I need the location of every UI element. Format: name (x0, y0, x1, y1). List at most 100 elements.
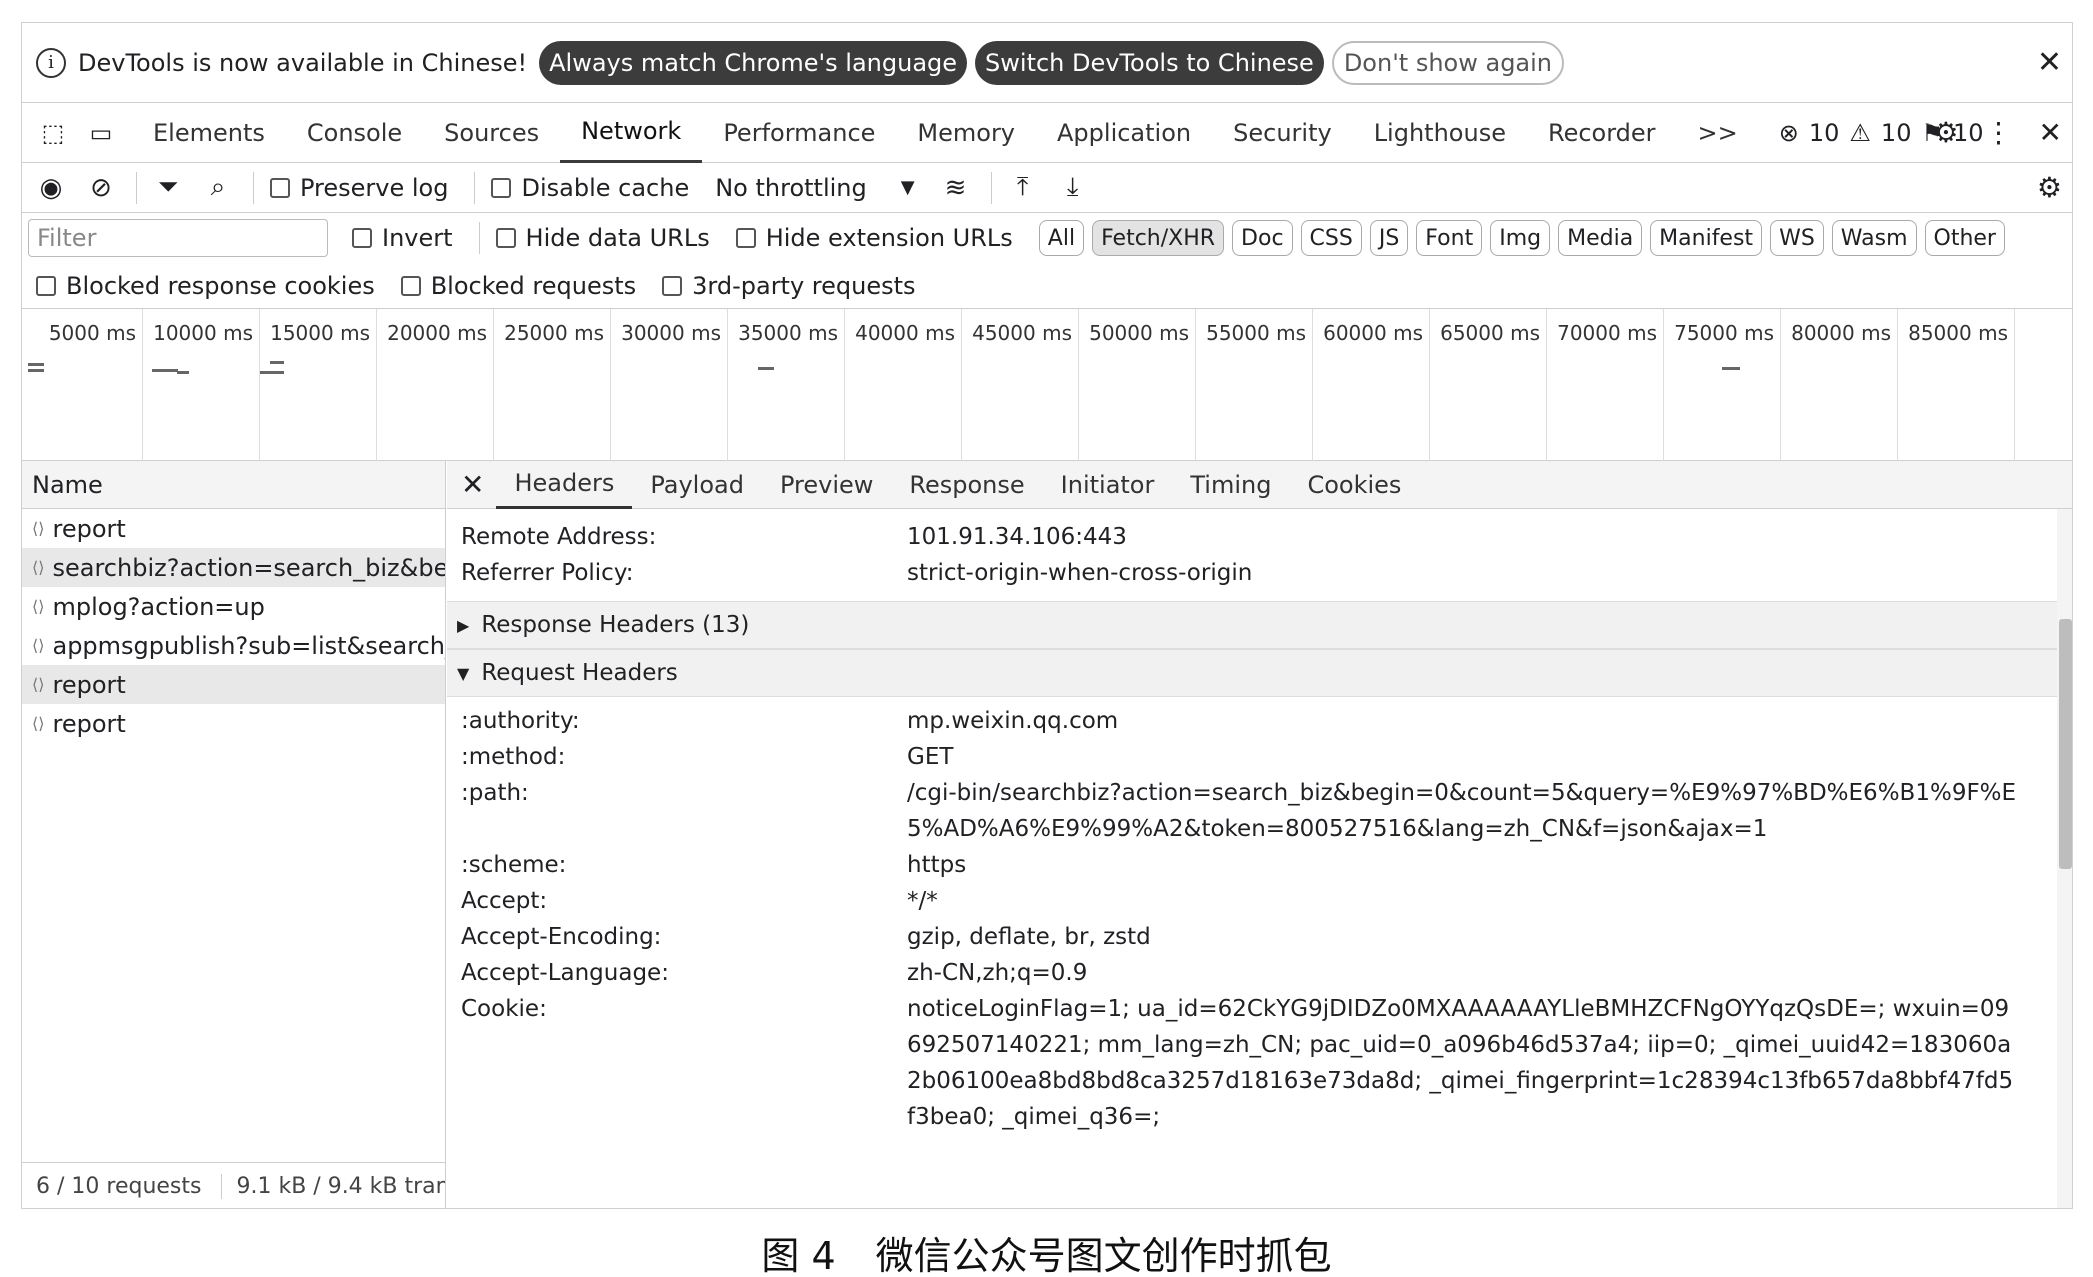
tab-payload[interactable]: Payload (632, 461, 762, 509)
type-filter-font[interactable]: Font (1416, 220, 1483, 256)
throttling-select[interactable]: No throttling ▼ (715, 174, 914, 202)
list-item[interactable]: ⟨⟩ report (22, 704, 445, 743)
close-devtools-icon[interactable]: ✕ (2039, 116, 2062, 149)
timeline-tick-label: 10000 ms (153, 321, 253, 345)
type-filter-manifest[interactable]: Manifest (1650, 220, 1763, 256)
hide-data-urls-checkbox[interactable]: Hide data URLs (495, 224, 710, 252)
timeline-tick-label: 60000 ms (1323, 321, 1423, 345)
timeline-request-bar (270, 361, 284, 364)
timeline-tick-label: 35000 ms (738, 321, 838, 345)
search-icon[interactable]: ⌕ (203, 172, 233, 203)
import-har-icon[interactable]: ⤒ (1008, 172, 1038, 203)
close-details-icon[interactable]: ✕ (461, 468, 484, 501)
tab-application[interactable]: Application (1036, 103, 1212, 163)
list-item[interactable]: ⟨⟩ mplog?action=up (22, 587, 445, 626)
timeline-tick-label: 25000 ms (504, 321, 604, 345)
transfer-size: 9.1 kB / 9.4 kB trans (221, 1174, 445, 1199)
tab-recorder[interactable]: Recorder (1527, 103, 1677, 163)
type-filter-other[interactable]: Other (1924, 220, 2005, 256)
preserve-log-checkbox[interactable]: Preserve log (270, 174, 448, 202)
tab-preview[interactable]: Preview (762, 461, 891, 509)
tab-response[interactable]: Response (891, 461, 1042, 509)
details-scrollbar[interactable] (2057, 509, 2072, 1208)
device-toolbar-icon[interactable]: ▭ (84, 116, 118, 150)
blocked-requests-checkbox[interactable]: Blocked requests (400, 272, 636, 300)
network-toolbar: ◉ ⊘ ⏷ ⌕ Preserve log Disable cache No th… (22, 163, 2072, 213)
headers-content: Remote Address: 101.91.34.106:443 Referre… (447, 509, 2057, 1208)
warning-count: 10 (1880, 118, 1912, 147)
scrollbar-thumb[interactable] (2059, 619, 2072, 869)
tab-memory[interactable]: Memory (896, 103, 1036, 163)
list-item[interactable]: ⟨⟩ searchbiz?action=search_biz&be... (22, 548, 445, 587)
type-filter-fetch-xhr[interactable]: Fetch/XHR (1092, 220, 1225, 256)
tab-lighthouse[interactable]: Lighthouse (1353, 103, 1527, 163)
tab-performance[interactable]: Performance (702, 103, 896, 163)
tab-security[interactable]: Security (1212, 103, 1353, 163)
inspect-element-icon[interactable]: ⬚ (36, 116, 70, 150)
export-har-icon[interactable]: ⤓ (1058, 172, 1088, 203)
close-infobar-icon[interactable]: ✕ (2037, 45, 2062, 80)
timeline-request-bar (177, 371, 189, 374)
record-stop-icon[interactable]: ◉ (36, 173, 66, 203)
hide-extension-urls-checkbox[interactable]: Hide extension URLs (735, 224, 1013, 252)
type-filter-doc[interactable]: Doc (1232, 220, 1293, 256)
settings-gear-icon[interactable]: ⚙ (1933, 116, 1958, 149)
list-item[interactable]: ⟨⟩ report (22, 665, 445, 704)
match-language-button[interactable]: Always match Chrome's language (539, 40, 968, 85)
switch-to-chinese-button[interactable]: Switch DevTools to Chinese (975, 40, 1324, 85)
clear-icon[interactable]: ⊘ (86, 173, 116, 203)
blocked-response-cookies-checkbox[interactable]: Blocked response cookies (36, 272, 375, 300)
dont-show-again-button[interactable]: Don't show again (1331, 40, 1565, 85)
triangle-right-icon: ▶ (457, 615, 470, 635)
tab-sources[interactable]: Sources (423, 103, 560, 163)
more-tabs-button[interactable]: >> (1677, 103, 1759, 163)
timeline-tick-label: 65000 ms (1440, 321, 1540, 345)
tab-console[interactable]: Console (286, 103, 423, 163)
figure-caption: 图 4 微信公众号图文创作时抓包 (0, 1225, 2093, 1277)
name-column-header[interactable]: Name (22, 461, 445, 509)
type-filter-img[interactable]: Img (1490, 220, 1551, 256)
devtools-window: i DevTools is now available in Chinese! … (21, 22, 2073, 1209)
header-row: Referrer Policy: strict-origin-when-cross… (461, 560, 1253, 586)
timeline-tick (2014, 309, 2015, 461)
disable-cache-checkbox[interactable]: Disable cache (491, 174, 689, 202)
type-filter-media[interactable]: Media (1558, 220, 1643, 256)
type-filter-ws[interactable]: WS (1770, 220, 1824, 256)
type-filter-js[interactable]: JS (1369, 220, 1409, 256)
tab-network[interactable]: Network (560, 103, 703, 163)
network-settings-gear-icon[interactable]: ⚙ (2037, 171, 2062, 204)
tab-timing[interactable]: Timing (1172, 461, 1289, 509)
timeline-request-bar (28, 363, 44, 366)
network-conditions-icon[interactable]: ≋ (941, 173, 971, 203)
timeline-overview[interactable]: 5000 ms 10000 ms 15000 ms 20000 ms 25000 ms 3… (22, 309, 2072, 461)
xhr-icon: ⟨⟩ (32, 597, 45, 616)
type-filter-wasm[interactable]: Wasm (1831, 220, 1917, 256)
tab-elements[interactable]: Elements (132, 103, 286, 163)
header-row: :path:/cgi-bin/searchbiz?action=search_b… (461, 780, 2017, 842)
request-headers-section[interactable]: ▼ Request Headers (447, 649, 2057, 697)
timeline-tick-label: 40000 ms (855, 321, 955, 345)
response-headers-section[interactable]: ▶ Response Headers (13) (447, 601, 2057, 649)
tab-initiator[interactable]: Initiator (1043, 461, 1173, 509)
filter-bar: Filter Invert Hide data URLs Hide extens… (22, 213, 2072, 263)
filter-input[interactable]: Filter (28, 219, 328, 257)
header-row: :method: GET (461, 744, 954, 770)
blocked-filters: Blocked response cookies Blocked request… (22, 263, 2072, 309)
timeline-request-bar (28, 369, 44, 372)
tab-headers[interactable]: Headers (496, 461, 633, 509)
more-options-icon[interactable]: ⋮ (1985, 116, 2013, 149)
timeline-tick-label: 15000 ms (270, 321, 370, 345)
third-party-requests-checkbox[interactable]: 3rd-party requests (662, 272, 916, 300)
invert-checkbox[interactable]: Invert (352, 224, 453, 252)
timeline-request-bar (758, 367, 774, 370)
info-icon: i (36, 47, 66, 78)
list-item[interactable]: ⟨⟩ report (22, 509, 445, 548)
chevron-down-icon: ▼ (900, 177, 915, 198)
tab-cookies[interactable]: Cookies (1289, 461, 1419, 509)
type-filter-all[interactable]: All (1038, 220, 1085, 256)
timeline-tick-label: 55000 ms (1206, 321, 1306, 345)
list-item[interactable]: ⟨⟩ appmsgpublish?sub=list&search_... (22, 626, 445, 665)
type-filter-css[interactable]: CSS (1300, 220, 1362, 256)
filter-funnel-icon[interactable]: ⏷ (153, 172, 183, 203)
warning-icon: ⚠ (1849, 118, 1871, 147)
